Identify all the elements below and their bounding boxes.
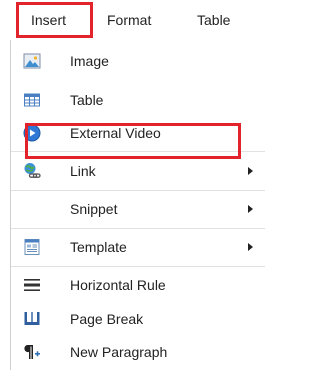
menu-item-label: Horizontal Rule	[70, 277, 166, 293]
menu-item-page-break[interactable]: Page Break	[11, 302, 265, 336]
page-break-icon	[24, 312, 40, 325]
image-icon	[23, 53, 41, 69]
menu-item-table[interactable]: Table	[11, 83, 265, 117]
link-icon	[24, 163, 41, 178]
video-icon	[23, 124, 41, 142]
menu-item-new-paragraph[interactable]: New Paragraph	[11, 335, 265, 369]
menu-table[interactable]: Table	[197, 0, 230, 40]
menu-item-label: External Video	[70, 125, 161, 141]
menu-item-snippet[interactable]: Snippet	[11, 192, 265, 226]
menu-format[interactable]: Format	[107, 0, 151, 40]
menu-insert[interactable]: Insert	[31, 0, 66, 40]
editor-insert-menu: Insert Format Table Image Table External…	[0, 0, 265, 370]
menu-item-label: Link	[70, 163, 96, 179]
submenu-arrow-icon	[248, 205, 253, 213]
menu-separator	[11, 190, 265, 191]
menu-item-link[interactable]: Link	[11, 154, 265, 188]
menu-item-label: Table	[70, 92, 104, 108]
insert-dropdown: Image Table External Video Link Snippet …	[10, 40, 265, 370]
menu-separator	[11, 266, 265, 267]
menu-item-image[interactable]: Image	[11, 44, 265, 78]
menu-item-label: New Paragraph	[70, 344, 168, 360]
menu-separator	[11, 151, 265, 152]
menu-item-label: Image	[70, 53, 109, 69]
menu-item-label: Snippet	[70, 201, 118, 217]
new-paragraph-icon	[24, 345, 40, 359]
submenu-arrow-icon	[248, 167, 253, 175]
menu-item-template[interactable]: Template	[11, 230, 265, 264]
template-icon	[24, 239, 40, 255]
table-icon	[24, 93, 40, 107]
menu-item-label: Page Break	[70, 311, 144, 327]
menubar: Insert Format Table	[0, 0, 265, 42]
menu-item-horizontal-rule[interactable]: Horizontal Rule	[11, 268, 265, 302]
menu-separator	[11, 228, 265, 229]
submenu-arrow-icon	[248, 243, 253, 251]
menu-item-external-video[interactable]: External Video	[11, 116, 265, 150]
menu-item-label: Template	[70, 239, 127, 255]
horizontal-rule-icon	[24, 279, 40, 291]
